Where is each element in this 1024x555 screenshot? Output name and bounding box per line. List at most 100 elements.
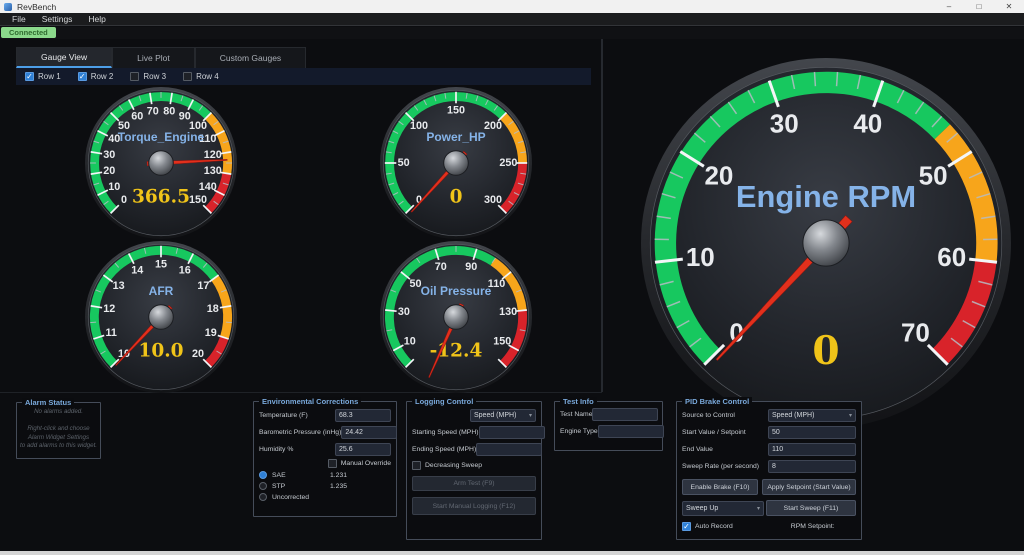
svg-text:130: 130: [204, 165, 222, 177]
svg-text:18: 18: [207, 303, 219, 315]
status-row: Connected: [0, 27, 1024, 39]
alarm-status-title: Alarm Status: [22, 398, 74, 407]
humidity-input[interactable]: 25.6: [335, 443, 391, 456]
decreasing-sweep-checkbox[interactable]: [412, 461, 421, 470]
row-2-checkbox[interactable]: ✓: [78, 72, 87, 81]
svg-text:20: 20: [704, 161, 733, 191]
test-name-label: Test Name: [560, 411, 592, 418]
sweep-direction-select[interactable]: Sweep Up ▾: [682, 501, 764, 516]
connection-status-badge: Connected: [1, 27, 56, 38]
svg-text:14: 14: [131, 264, 143, 276]
svg-text:70: 70: [901, 317, 930, 347]
svg-text:30: 30: [398, 306, 410, 318]
row-1-checkbox[interactable]: ✓: [25, 72, 34, 81]
start-value-setpoint-input[interactable]: 50: [768, 426, 856, 439]
row-2-toggle[interactable]: ✓ Row 2: [78, 72, 114, 81]
sweep-rate-input[interactable]: 8: [768, 460, 856, 473]
manual-override-label: Manual Override: [341, 460, 391, 467]
svg-text:30: 30: [770, 109, 799, 139]
svg-text:19: 19: [205, 327, 217, 339]
row-4-checkbox[interactable]: [183, 72, 192, 81]
test-info-panel: Test Info Test Name Engine Type: [554, 401, 663, 451]
svg-text:70: 70: [147, 105, 159, 117]
row-1-toggle[interactable]: ✓ Row 1: [25, 72, 61, 81]
enable-brake-button[interactable]: Enable Brake (F10): [682, 479, 758, 495]
stp-correction-value: 1.235: [330, 483, 347, 490]
gauge-torque: 0102030405060708090100110120130140150Tor…: [84, 86, 238, 245]
close-button[interactable]: ✕: [994, 0, 1024, 13]
gauge-oil-pressure: 1030507090110130150Oil Pressure-12.4: [379, 240, 533, 399]
ending-speed-input[interactable]: [476, 443, 542, 456]
temperature-label: Temperature (F): [259, 412, 308, 419]
environmental-corrections-panel: Environmental Corrections Temperature (F…: [253, 401, 397, 517]
barometric-pressure-input[interactable]: 24.42: [341, 426, 397, 439]
row-3-label: Row 3: [143, 72, 166, 81]
alarm-status-body[interactable]: No alarms added. Right-click and choose …: [17, 408, 100, 451]
gauge-engine-rpm: 010203040506070Engine RPMx1000: [640, 57, 1012, 434]
row-3-toggle[interactable]: Row 3: [130, 72, 166, 81]
svg-text:300: 300: [484, 194, 502, 206]
svg-text:40: 40: [853, 109, 882, 139]
svg-text:10: 10: [404, 336, 416, 348]
menu-help[interactable]: Help: [80, 14, 113, 24]
end-value-input[interactable]: 110: [768, 443, 856, 456]
engine-type-input[interactable]: [598, 425, 664, 438]
uncorrected-radio[interactable]: [259, 493, 267, 501]
starting-speed-input[interactable]: [479, 426, 545, 439]
chevron-down-icon: ▾: [757, 505, 760, 512]
row-3-checkbox[interactable]: [130, 72, 139, 81]
temperature-input[interactable]: 68.3: [335, 409, 391, 422]
apply-setpoint-button[interactable]: Apply Setpoint (Start Value): [762, 479, 856, 495]
svg-text:Engine RPM: Engine RPM: [736, 179, 916, 214]
environmental-corrections-title: Environmental Corrections: [259, 397, 361, 406]
source-to-control-select[interactable]: Speed (MPH) ▾: [768, 409, 856, 422]
alarm-line: Right-click and choose: [17, 425, 100, 434]
menu-file[interactable]: File: [4, 14, 34, 24]
row-1-label: Row 1: [38, 72, 61, 81]
svg-text:15: 15: [155, 259, 167, 271]
svg-text:50: 50: [919, 161, 948, 191]
minimize-button[interactable]: –: [934, 0, 964, 13]
maximize-button[interactable]: □: [964, 0, 994, 13]
tab-gauge-view[interactable]: Gauge View: [16, 47, 112, 68]
test-info-title: Test Info: [560, 397, 597, 406]
sae-radio[interactable]: [259, 471, 267, 479]
alarm-line: Alarm Widget Settings: [17, 434, 100, 443]
svg-text:140: 140: [199, 181, 217, 193]
svg-text:120: 120: [204, 149, 222, 161]
svg-text:200: 200: [484, 120, 502, 132]
logging-channel-select[interactable]: Speed (MPH) ▾: [470, 409, 536, 422]
menubar: File Settings Help: [0, 13, 1024, 26]
manual-override-checkbox[interactable]: [328, 459, 337, 468]
test-name-input[interactable]: [592, 408, 658, 421]
svg-text:150: 150: [493, 336, 511, 348]
row-toggle-bar: ✓ Row 1 ✓ Row 2 Row 3 Row 4: [16, 68, 591, 85]
menu-settings[interactable]: Settings: [34, 14, 81, 24]
sweep-direction-value: Sweep Up: [686, 505, 718, 512]
start-sweep-button[interactable]: Start Sweep (F11): [766, 500, 856, 516]
svg-text:10: 10: [686, 242, 715, 272]
tab-custom-gauges[interactable]: Custom Gauges: [195, 47, 306, 68]
svg-text:13: 13: [113, 280, 125, 292]
svg-text:Torque_Engine: Torque_Engine: [118, 130, 205, 144]
tab-live-plot[interactable]: Live Plot: [112, 47, 195, 68]
svg-text:0: 0: [450, 186, 463, 207]
svg-text:0: 0: [121, 194, 127, 206]
svg-text:30: 30: [103, 149, 115, 161]
start-manual-logging-button[interactable]: Start Manual Logging (F12): [412, 497, 536, 515]
pid-brake-control-panel: PID Brake Control Source to Control Spee…: [676, 401, 862, 540]
gauge-afr: 1011121314151617181920AFR10.0: [84, 240, 238, 399]
stp-radio[interactable]: [259, 482, 267, 490]
svg-text:90: 90: [465, 261, 477, 273]
arm-test-button[interactable]: Arm Test (F9): [412, 476, 536, 491]
end-value-label: End Value: [682, 446, 713, 453]
svg-text:130: 130: [499, 306, 517, 318]
sae-correction-value: 1.231: [330, 472, 347, 479]
svg-text:70: 70: [435, 261, 447, 273]
svg-text:Oil Pressure: Oil Pressure: [421, 284, 492, 298]
alarm-line: No alarms added.: [17, 408, 100, 417]
row-4-toggle[interactable]: Row 4: [183, 72, 219, 81]
svg-text:50: 50: [398, 157, 410, 169]
auto-record-checkbox[interactable]: ✓: [682, 522, 691, 531]
view-tabs: Gauge View Live Plot Custom Gauges: [16, 47, 306, 68]
